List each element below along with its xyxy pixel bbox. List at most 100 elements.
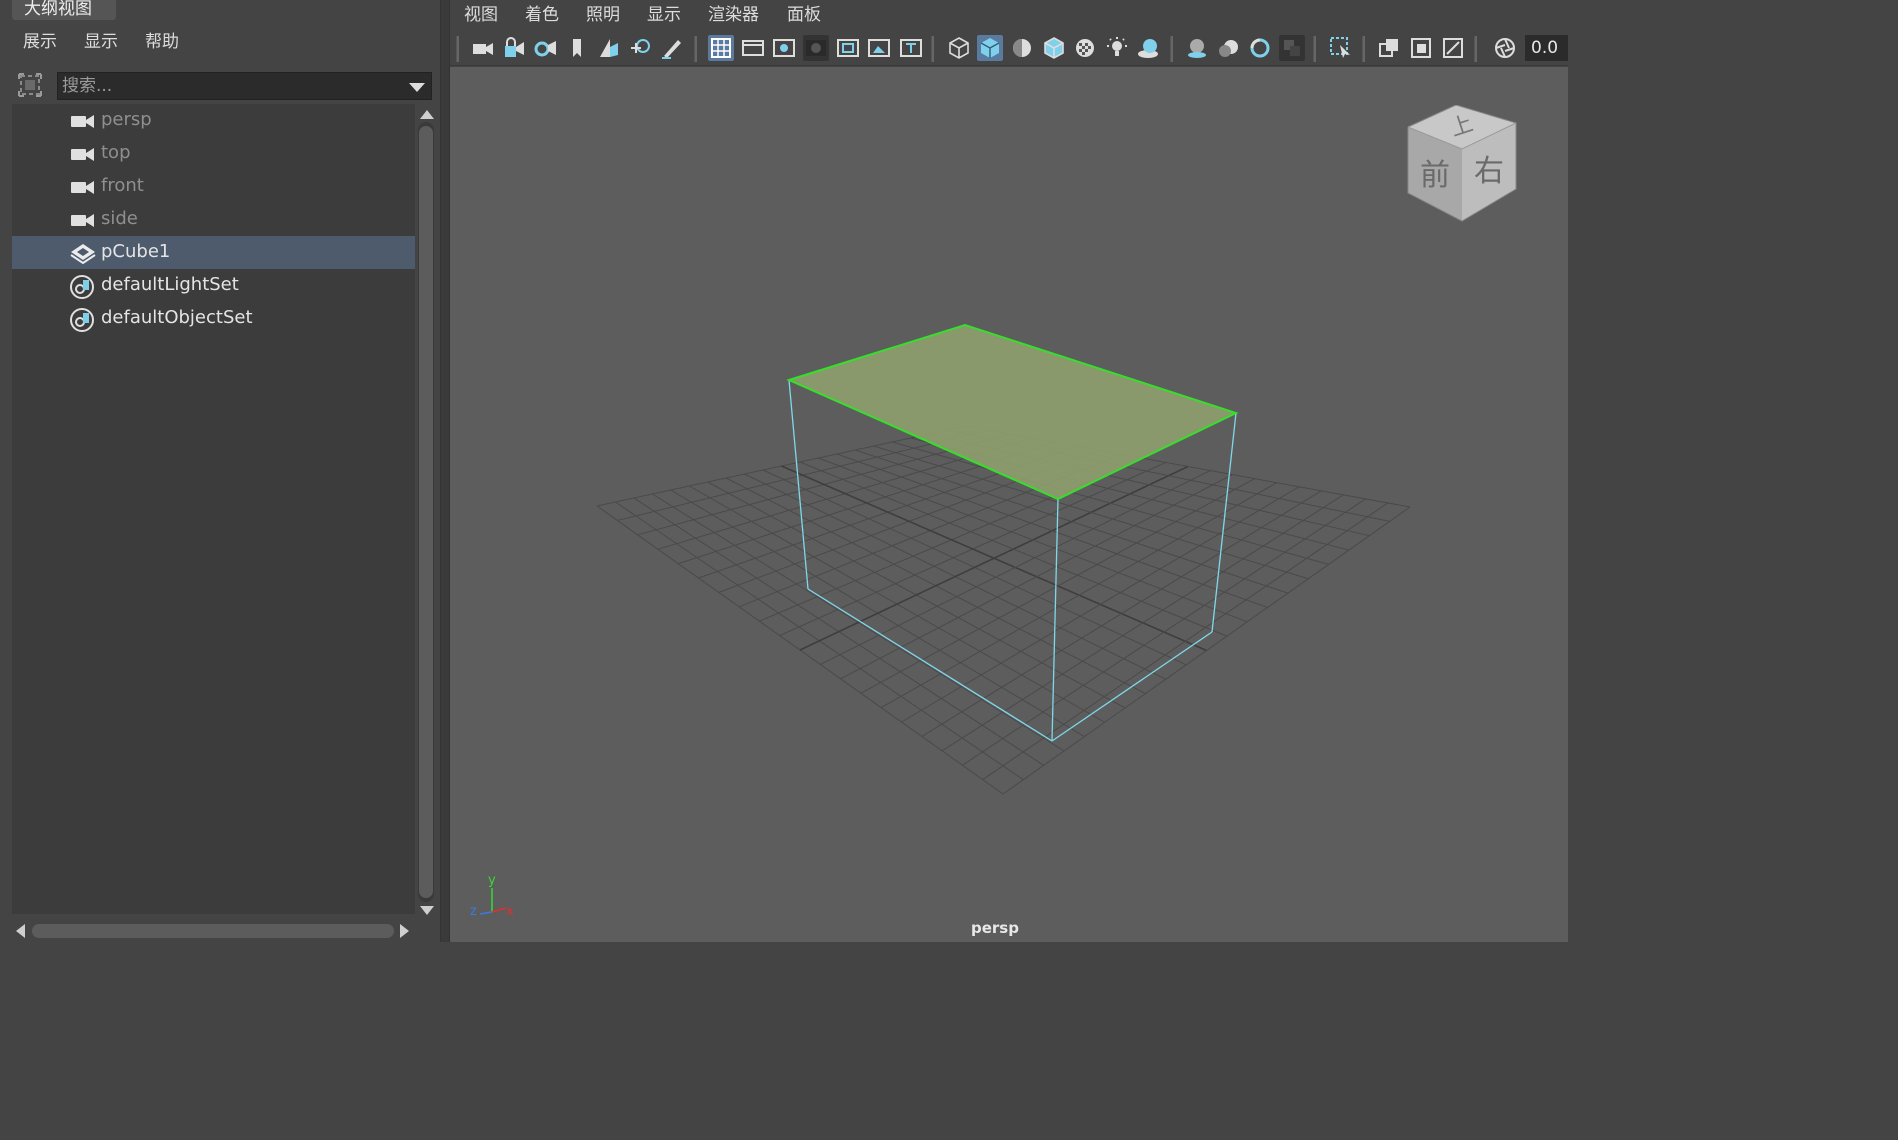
menu-lighting[interactable]: 照明 <box>586 1 620 29</box>
camera-name-label: persp <box>971 919 1019 937</box>
panel-splitter[interactable] <box>440 0 450 942</box>
shadows-icon[interactable] <box>1135 35 1161 61</box>
view-cube-front-label: 前 <box>1420 158 1450 193</box>
resolution-gate-icon[interactable] <box>771 35 797 61</box>
maya-window: 大纲视图 展示 显示 帮助 persp <box>0 0 1568 942</box>
list-item-selected[interactable]: pCube1 <box>12 236 415 269</box>
scroll-down-arrow-icon[interactable] <box>420 906 434 915</box>
use-all-lights-icon[interactable] <box>1104 35 1130 61</box>
camera-attributes-icon[interactable] <box>532 35 558 61</box>
toolbar-separator <box>1362 36 1365 62</box>
toolbar-separator <box>456 36 459 62</box>
list-item[interactable]: defaultLightSet <box>12 269 415 302</box>
view-cube-right-label: 右 <box>1474 154 1504 189</box>
axis-y-label: y <box>488 873 496 888</box>
list-item-label: persp <box>101 109 152 130</box>
list-item-label: side <box>101 208 138 229</box>
anti-aliasing-icon[interactable] <box>1247 35 1273 61</box>
isolate-select-icon[interactable] <box>1328 35 1354 61</box>
menu-show[interactable]: 显示 <box>647 1 681 29</box>
2d-pan-zoom-icon[interactable] <box>628 35 654 61</box>
exposure-icon[interactable] <box>1492 35 1518 61</box>
search-input[interactable] <box>58 73 398 99</box>
list-item[interactable]: top <box>12 137 415 170</box>
cube-edge <box>1051 498 1059 742</box>
scroll-left-arrow-icon[interactable] <box>16 924 25 938</box>
grid-icon[interactable] <box>708 35 734 61</box>
list-item[interactable]: front <box>12 170 415 203</box>
depth-of-field-icon[interactable] <box>1279 35 1305 61</box>
xray-components-icon[interactable] <box>1440 35 1466 61</box>
viewport-toolbar: 0.0 <box>450 30 1568 66</box>
grease-pencil-icon[interactable] <box>659 35 685 61</box>
list-item-label: defaultLightSet <box>101 274 239 295</box>
scroll-right-arrow-icon[interactable] <box>400 924 409 938</box>
horizontal-scrollbar[interactable] <box>12 920 416 942</box>
chevron-down-icon[interactable] <box>409 83 425 92</box>
grid-line <box>962 498 1366 766</box>
textured-icon[interactable] <box>1072 35 1098 61</box>
menu-panels[interactable]: 面板 <box>787 1 821 29</box>
scrollbar-thumb[interactable] <box>32 924 394 938</box>
list-item[interactable]: persp <box>12 104 415 137</box>
cube-edge <box>788 379 809 590</box>
outliner-list: persp top front side pCube1 defaultLight… <box>12 104 415 914</box>
object-set-icon <box>69 308 97 332</box>
ground-grid <box>596 425 1411 795</box>
scrollbar-thumb[interactable] <box>419 126 433 898</box>
wireframe-on-shaded-icon[interactable] <box>1041 35 1067 61</box>
axis-x-label: x <box>506 904 514 919</box>
camera-icon <box>69 176 97 198</box>
toolbar-separator <box>931 36 934 62</box>
bookmark-icon[interactable] <box>564 35 590 61</box>
cube-mesh <box>786 323 1239 742</box>
lock-camera-icon[interactable] <box>501 35 527 61</box>
vertical-scrollbar[interactable] <box>416 104 438 920</box>
field-chart-icon[interactable] <box>835 35 861 61</box>
list-item[interactable]: side <box>12 203 415 236</box>
list-item-label: pCube1 <box>101 241 171 262</box>
menu-shading[interactable]: 着色 <box>525 1 559 29</box>
menu-show[interactable]: 显示 <box>84 28 118 56</box>
axis-z-label: z <box>470 904 477 919</box>
cube-edge <box>1051 631 1213 742</box>
viewport-3d[interactable]: 上 前 右 y x z persp <box>450 67 1568 942</box>
outliner-tab[interactable]: 大纲视图 <box>12 0 116 20</box>
gate-mask-icon[interactable] <box>803 35 829 61</box>
search-box <box>57 72 432 100</box>
menu-renderer[interactable]: 渲染器 <box>708 1 759 29</box>
safe-title-icon[interactable] <box>898 35 924 61</box>
toolbar-separator <box>1474 36 1477 62</box>
view-cube[interactable]: 上 前 右 <box>1400 104 1526 229</box>
exposure-field[interactable]: 0.0 <box>1525 35 1568 61</box>
camera-icon <box>69 143 97 165</box>
screen-space-ao-icon[interactable] <box>1184 35 1210 61</box>
cube-edge <box>807 588 1053 742</box>
outliner-panel: 大纲视图 展示 显示 帮助 persp <box>0 0 446 942</box>
list-item-label: front <box>101 175 144 196</box>
scroll-up-arrow-icon[interactable] <box>420 110 434 119</box>
image-plane-icon[interactable] <box>596 35 622 61</box>
default-material-icon[interactable] <box>1009 35 1035 61</box>
list-item[interactable]: defaultObjectSet <box>12 302 415 335</box>
viewport-panel: 视图 着色 照明 显示 渲染器 面板 0.0 上 前 右 y x z persp <box>450 0 1568 942</box>
list-item-label: top <box>101 142 131 163</box>
mesh-transform-icon <box>69 242 97 265</box>
object-set-icon <box>69 275 97 299</box>
menu-display[interactable]: 展示 <box>23 28 57 56</box>
film-gate-icon[interactable] <box>740 35 766 61</box>
xray-joints-icon[interactable] <box>1408 35 1434 61</box>
smooth-shade-icon[interactable] <box>977 35 1003 61</box>
select-camera-icon[interactable] <box>470 35 496 61</box>
filter-icon[interactable] <box>16 71 44 99</box>
list-item-label: defaultObjectSet <box>101 307 253 328</box>
menu-help[interactable]: 帮助 <box>145 28 179 56</box>
outliner-menubar: 展示 显示 帮助 <box>0 28 440 58</box>
wireframe-icon[interactable] <box>946 35 972 61</box>
safe-action-icon[interactable] <box>866 35 892 61</box>
xray-icon[interactable] <box>1376 35 1402 61</box>
viewport-menubar: 视图 着色 照明 显示 渲染器 面板 <box>450 0 1568 30</box>
cube-edge <box>1211 412 1237 633</box>
motion-blur-icon[interactable] <box>1216 35 1242 61</box>
menu-view[interactable]: 视图 <box>464 1 498 29</box>
